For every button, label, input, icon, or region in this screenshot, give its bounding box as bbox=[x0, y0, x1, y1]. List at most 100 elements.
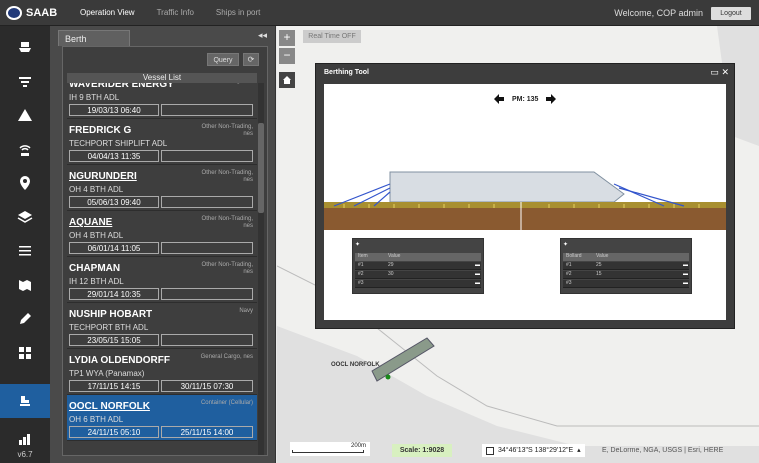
rail-draw-button[interactable] bbox=[0, 302, 50, 336]
vessel-type: Container (Cellular) bbox=[200, 400, 253, 406]
vessel-name[interactable]: NGURUNDERI bbox=[69, 171, 137, 182]
rail-radio-button[interactable] bbox=[0, 132, 50, 166]
vessel-list-item[interactable]: WAVERIDER ENERGY Trading, nes IH 9 BTH ADL… bbox=[67, 83, 257, 119]
nav-traffic-info[interactable]: Traffic Info bbox=[157, 8, 194, 17]
fore-col-value: Value bbox=[388, 253, 401, 259]
pm-next-button[interactable] bbox=[544, 92, 558, 106]
fore-col-item: Item bbox=[358, 253, 368, 259]
aft-col-value: Value bbox=[596, 253, 609, 259]
vessel-hull bbox=[389, 171, 625, 203]
vessel-name[interactable]: AQUANE bbox=[69, 217, 112, 228]
chart-icon bbox=[19, 434, 30, 445]
list-icon bbox=[19, 246, 31, 256]
nav-ships-in-port[interactable]: Ships in port bbox=[216, 8, 260, 17]
remove-icon[interactable]: ▬ bbox=[475, 280, 481, 287]
rail-location-button[interactable] bbox=[0, 166, 50, 200]
logo-text: SAAB bbox=[26, 7, 58, 19]
icon-rail: v6.7 bbox=[0, 26, 50, 463]
vessel-list-item[interactable]: NGURUNDERI Other Non-Trading, nes OH 4 BTH… bbox=[67, 165, 257, 211]
refresh-button[interactable]: ⟳ bbox=[243, 53, 259, 66]
logout-button[interactable]: Logout bbox=[711, 7, 751, 20]
ship-icon bbox=[19, 42, 31, 52]
home-button[interactable] bbox=[279, 72, 295, 88]
scale-label: 200m bbox=[350, 443, 366, 449]
nav-operation-view[interactable]: Operation View bbox=[80, 8, 135, 17]
window-controls: ▭ ✕ bbox=[710, 67, 729, 78]
vessel-name[interactable]: FREDRICK G bbox=[69, 125, 131, 136]
chevron-up-icon[interactable]: ▴ bbox=[577, 444, 581, 457]
pm-prev-button[interactable] bbox=[492, 92, 506, 106]
scale-ratio: Scale: 1:9028 bbox=[392, 444, 452, 457]
zoom-in-button[interactable]: + bbox=[279, 30, 295, 46]
departure-time bbox=[161, 334, 253, 346]
maximize-icon[interactable]: ▭ bbox=[710, 67, 719, 77]
rail-filter-button[interactable] bbox=[0, 64, 50, 98]
vessel-name[interactable]: OOCL NORFOLK bbox=[69, 401, 150, 412]
line-row[interactable]: #2 30 ▬ bbox=[355, 271, 481, 279]
close-icon[interactable]: ✕ bbox=[721, 67, 729, 77]
scrollbar-thumb[interactable] bbox=[258, 123, 264, 213]
departure-time: 30/11/15 07:30 bbox=[161, 380, 253, 392]
departure-time: 25/11/15 14:00 bbox=[161, 426, 253, 438]
collapse-panel-button[interactable]: ◂◂ bbox=[258, 30, 267, 41]
vessel-type: General Cargo, nes bbox=[200, 354, 253, 360]
query-button[interactable]: Query bbox=[207, 53, 239, 66]
line-row[interactable]: #2 15 ▬ bbox=[563, 271, 689, 279]
line-id: #3 bbox=[566, 280, 572, 286]
vessel-list-header: Vessel List bbox=[67, 73, 257, 83]
rail-berth-button[interactable] bbox=[0, 384, 50, 418]
rail-list-button[interactable] bbox=[0, 234, 50, 268]
pm-value: PM: 135 bbox=[512, 95, 539, 103]
vessel-type: Other Non-Trading, nes bbox=[201, 262, 253, 275]
rail-grid-button[interactable] bbox=[0, 336, 50, 370]
vessel-list-item[interactable]: NUSHIP HOBART Navy TECHPORT BTH ADL 23/05/1… bbox=[67, 303, 257, 349]
vessel-berth: TECHPORT SHIPLIFT ADL bbox=[69, 139, 168, 148]
rail-warning-button[interactable] bbox=[0, 98, 50, 132]
map-icon bbox=[19, 280, 31, 291]
remove-icon[interactable]: ▬ bbox=[683, 280, 689, 287]
line-row[interactable]: #1 25 ▬ bbox=[563, 262, 689, 270]
remove-icon[interactable]: ▬ bbox=[475, 271, 481, 278]
remove-icon[interactable]: ▬ bbox=[683, 271, 689, 278]
vessel-list-item[interactable]: LYDIA OLDENDORFF General Cargo, nes TP1 WY… bbox=[67, 349, 257, 395]
departure-time bbox=[161, 196, 253, 208]
vessel-list-item[interactable]: CHAPMAN Other Non-Trading, nes IH 12 BTH A… bbox=[67, 257, 257, 303]
rail-layers-button[interactable] bbox=[0, 200, 50, 234]
berth-occupancy-tab[interactable]: Berth Occupancy bbox=[58, 30, 130, 60]
remove-icon[interactable]: ▬ bbox=[683, 262, 689, 269]
aft-col-item: Bollard bbox=[566, 253, 582, 259]
vessel-name[interactable]: LYDIA OLDENDORFF bbox=[69, 355, 170, 366]
top-bar: SAAB Operation View Traffic Info Ships i… bbox=[0, 0, 759, 26]
vessel-list-item[interactable]: OOCL NORFOLK Container (Cellular) OH 6 BTH… bbox=[67, 395, 257, 441]
vessel-list-scrollbar[interactable] bbox=[258, 83, 264, 455]
realtime-toggle[interactable]: Real Time OFF bbox=[303, 30, 361, 43]
vessel-name[interactable]: WAVERIDER ENERGY bbox=[69, 83, 174, 90]
home-icon bbox=[283, 76, 291, 84]
vessel-name[interactable]: NUSHIP HOBART bbox=[69, 309, 152, 320]
line-row[interactable]: #3 ▬ bbox=[355, 280, 481, 288]
vessel-list-item[interactable]: FREDRICK G Other Non-Trading, nes TECHPORT… bbox=[67, 119, 257, 165]
berthing-tool-title: Berthing Tool bbox=[324, 69, 369, 76]
radio-icon bbox=[19, 145, 31, 156]
vessel-marker[interactable] bbox=[371, 337, 435, 382]
scale-bar: 200m bbox=[290, 442, 370, 456]
line-row[interactable]: #3 ▬ bbox=[563, 280, 689, 288]
zoom-out-button[interactable]: − bbox=[279, 48, 295, 64]
rail-ship-button[interactable] bbox=[0, 30, 50, 64]
arrival-time: 23/05/15 15:05 bbox=[69, 334, 159, 346]
coords-icon[interactable] bbox=[486, 446, 494, 455]
berth-icon bbox=[20, 396, 30, 406]
fore-table-header: Item Value bbox=[355, 253, 481, 261]
main-nav: Operation View Traffic Info Ships in por… bbox=[80, 8, 260, 17]
arrival-time: 24/11/15 05:10 bbox=[69, 426, 159, 438]
line-id: #3 bbox=[358, 280, 364, 286]
vessel-type: Trading, nes bbox=[193, 83, 253, 85]
rail-map-button[interactable] bbox=[0, 268, 50, 302]
line-row[interactable]: #1 29 ▬ bbox=[355, 262, 481, 270]
berth-occupancy-panel: Berth Occupancy ◂◂ Query ⟳ Vessel List W… bbox=[50, 26, 276, 463]
remove-icon[interactable]: ▬ bbox=[475, 262, 481, 269]
vessel-name[interactable]: CHAPMAN bbox=[69, 263, 120, 274]
vessel-list-item[interactable]: AQUANE Other Non-Trading, nes OH 4 BTH ADL… bbox=[67, 211, 257, 257]
vessel-berth: TECHPORT BTH ADL bbox=[69, 323, 149, 332]
pencil-icon bbox=[20, 313, 31, 324]
